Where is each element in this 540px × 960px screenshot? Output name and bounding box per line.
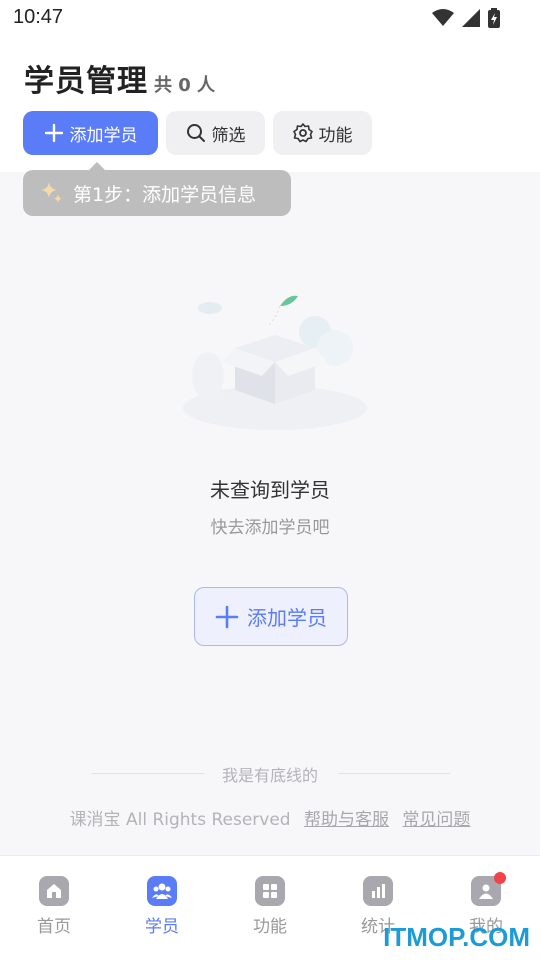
page-title: 学员管理: [24, 64, 148, 99]
empty-add-student-button[interactable]: 添加学员: [194, 587, 348, 646]
student-count: 共 0 人: [154, 75, 216, 96]
sparkle-icon: [41, 182, 62, 203]
faq-link[interactable]: 常见问题: [402, 810, 470, 830]
students-icon: [147, 876, 177, 906]
tooltip-text: 第1步：添加学员信息: [73, 183, 257, 206]
title-row: 学员管理 共 0 人: [24, 56, 215, 100]
search-icon: [186, 124, 205, 142]
function-button[interactable]: 功能: [273, 111, 372, 155]
onboarding-tooltip: 第1步：添加学员信息: [23, 162, 291, 216]
gear-icon: [292, 123, 313, 143]
status-icons: [432, 8, 500, 28]
signal-icon: [462, 9, 480, 27]
plus-icon: [44, 123, 63, 143]
empty-add-label: 添加学员: [247, 606, 327, 630]
end-of-list-text: 我是有底线的: [221, 766, 318, 785]
tab-home[interactable]: 首页: [0, 876, 108, 937]
page-header: 学员管理 共 0 人 添加学员 筛选 功能: [0, 40, 540, 172]
empty-title: 未查询到学员: [210, 478, 330, 502]
copyright-row: 课消宝 All Rights Reserved 帮助与客服 常见问题: [0, 805, 540, 830]
watermark-text: ITMOP.COM: [383, 922, 530, 952]
add-student-button[interactable]: 添加学员: [23, 111, 158, 155]
wifi-icon: [432, 9, 454, 26]
tab-label: 功能: [253, 917, 287, 937]
battery-icon: [488, 8, 500, 28]
copyright-text: 课消宝 All Rights Reserved: [69, 810, 291, 830]
notification-badge: [494, 872, 506, 884]
tab-students[interactable]: 学员: [108, 876, 216, 937]
tab-label: 学员: [145, 917, 179, 937]
status-bar: 10:47: [0, 0, 540, 40]
status-time: 10:47: [13, 6, 64, 28]
tab-functions[interactable]: 功能: [216, 876, 324, 937]
plus-icon: [215, 605, 239, 628]
filter-label: 筛选: [211, 125, 246, 146]
help-link[interactable]: 帮助与客服: [304, 810, 389, 830]
chart-icon: [363, 876, 393, 906]
grid-icon: [255, 876, 285, 906]
filter-button[interactable]: 筛选: [166, 111, 265, 155]
home-icon: [39, 876, 69, 906]
empty-subtitle: 快去添加学员吧: [210, 518, 330, 538]
function-label: 功能: [318, 125, 353, 146]
add-student-label: 添加学员: [69, 125, 138, 146]
tab-label: 首页: [37, 917, 71, 937]
empty-box-illustration: [183, 295, 367, 430]
